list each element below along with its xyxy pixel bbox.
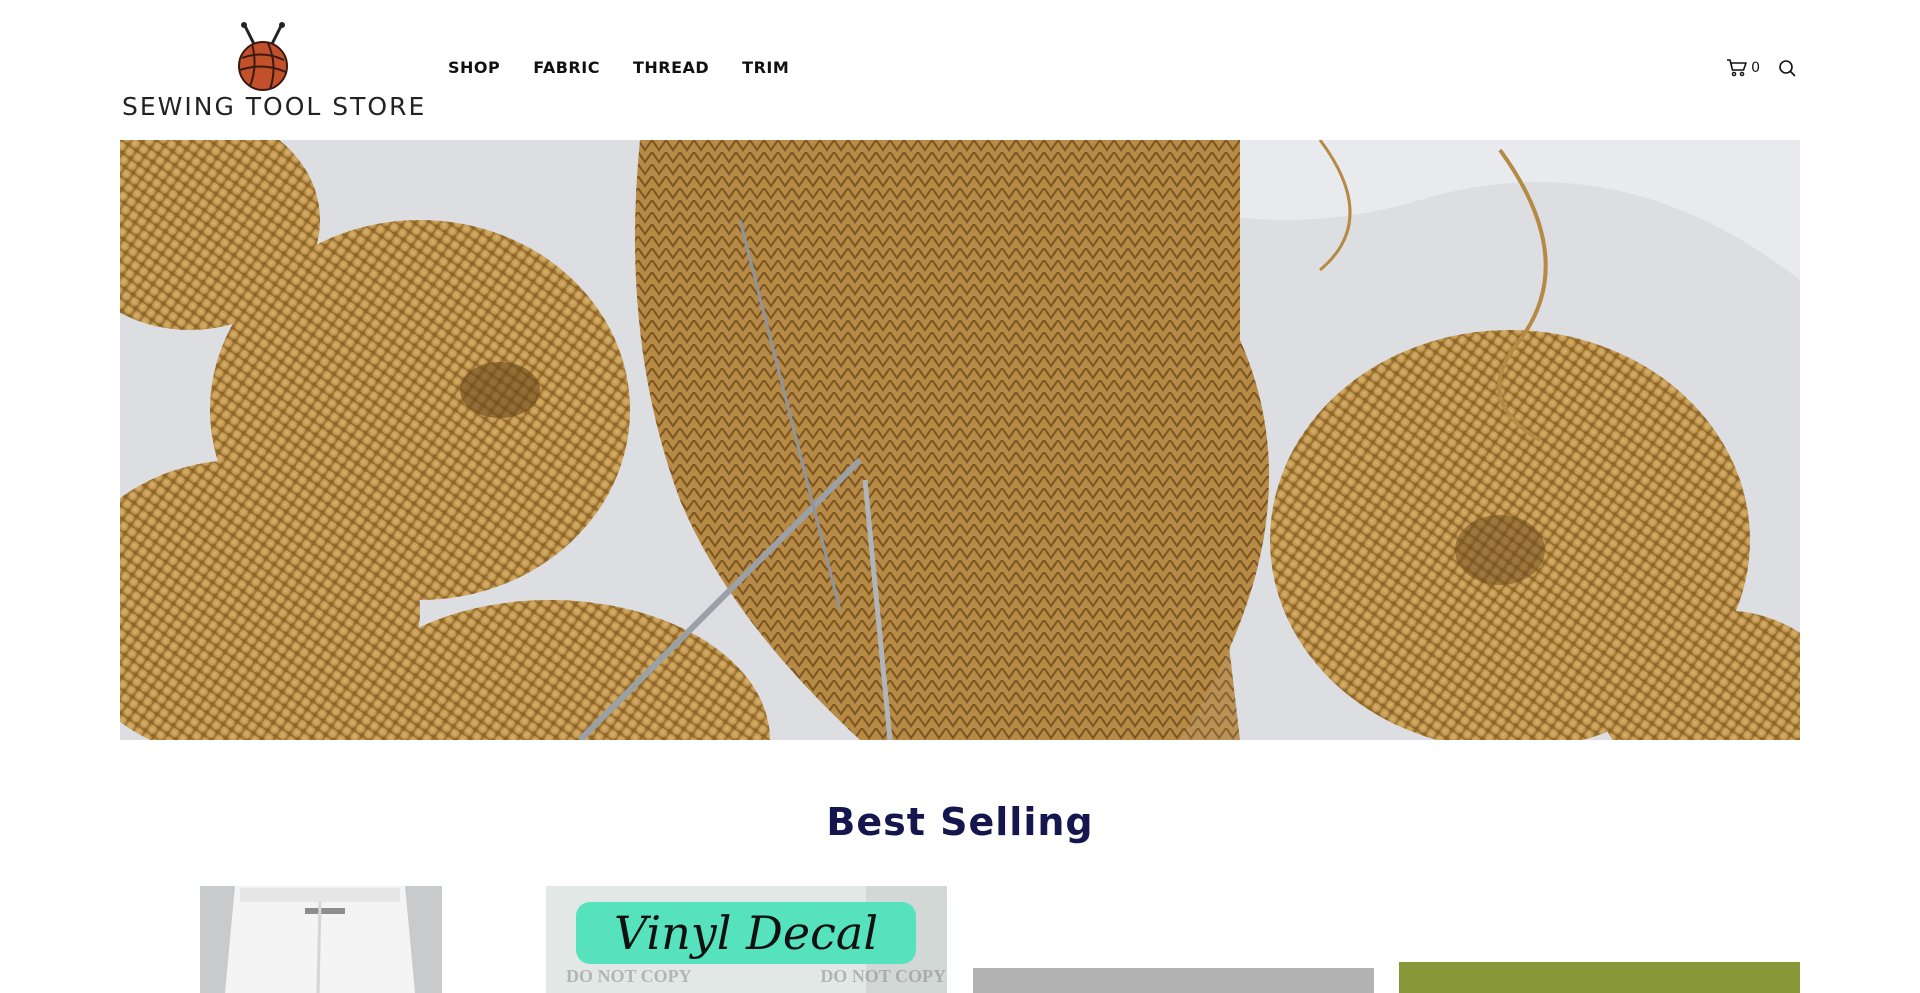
search-icon [1779, 59, 1796, 76]
search-button[interactable] [1778, 59, 1796, 77]
gray-fabric-product-image [973, 968, 1374, 993]
product-card[interactable] [1399, 962, 1800, 993]
knitting-yarn-hero-image [120, 140, 1800, 740]
green-fabric-product-image [1399, 962, 1800, 993]
nav-item-shop[interactable]: SHOP [448, 58, 500, 77]
yarn-ball-with-needles-icon [238, 22, 288, 91]
cart-count: 0 [1751, 59, 1760, 76]
header-tools: 0 [1726, 58, 1796, 77]
decal-overlay-text: Vinyl Decal [613, 906, 879, 960]
store-name: SEWING TOOL STORE [122, 92, 427, 121]
nav-item-fabric[interactable]: FABRIC [533, 58, 600, 77]
nav-item-thread[interactable]: THREAD [633, 58, 709, 77]
white-pants-product-image [200, 886, 442, 993]
site-header: SEWING TOOL STORE SHOP FABRIC THREAD TRI… [0, 0, 1920, 140]
hero-banner[interactable] [120, 140, 1800, 740]
main-nav: SHOP FABRIC THREAD TRIM [448, 58, 822, 77]
best-selling-title: Best Selling [826, 800, 1094, 844]
watermark-left: DO NOT COPY [566, 966, 692, 986]
product-card[interactable] [200, 886, 442, 993]
product-card[interactable] [973, 968, 1374, 993]
page: SEWING TOOL STORE SHOP FABRIC THREAD TRI… [0, 0, 1920, 993]
nav-item-trim[interactable]: TRIM [742, 58, 789, 77]
cart-icon [1727, 59, 1747, 77]
cart-button[interactable]: 0 [1726, 58, 1760, 77]
store-logo[interactable]: SEWING TOOL STORE [120, 18, 427, 123]
watermark-right: DO NOT COPY [820, 966, 946, 986]
watermark: DO NOT COPY DO NOT COPY [566, 966, 946, 987]
product-card[interactable]: Vinyl Decal DO NOT COPY DO NOT COPY [546, 886, 947, 993]
